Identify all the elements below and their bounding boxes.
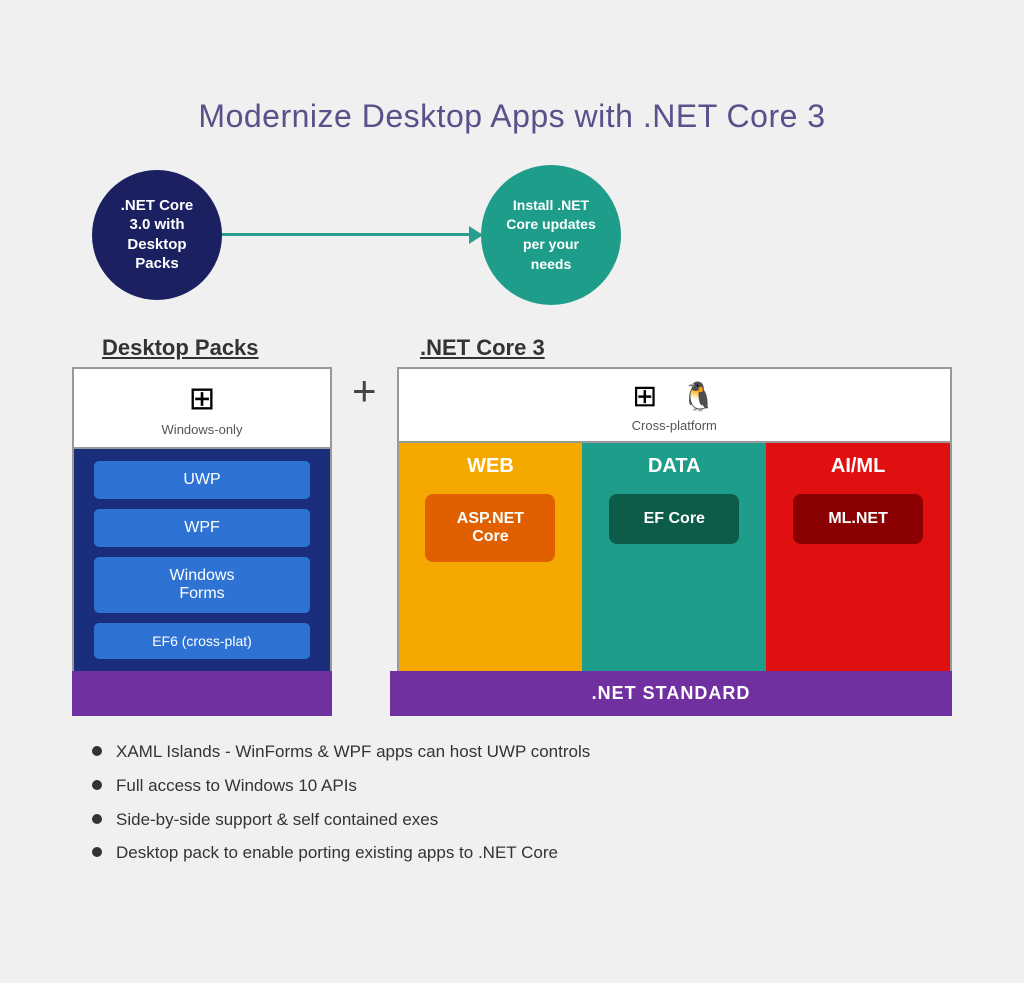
bullet-text-4: Desktop pack to enable porting existing …: [116, 841, 558, 865]
aiml-header: AI/ML: [831, 455, 885, 478]
winforms-item: WindowsForms: [94, 557, 310, 613]
left-circle: .NET Core3.0 withDesktopPacks: [92, 170, 222, 300]
diagram-inner: ⊞ Windows-only UWP WPF WindowsForms EF6 …: [72, 367, 952, 671]
bullet-dot-1: [92, 746, 102, 756]
net-standard-bar: .NET STANDARD: [390, 671, 952, 716]
desktop-packs-label: Desktop Packs: [102, 335, 259, 360]
windows-only-section: ⊞ Windows-only: [74, 369, 330, 449]
cross-platform-section: ⊞ 🐧 Cross-platform: [399, 369, 950, 443]
bullets-section: XAML Islands - WinForms & WPF apps can h…: [72, 740, 952, 865]
netcore-columns: WEB ASP.NETCore DATA EF Core AI/ML ML.NE…: [399, 443, 950, 671]
windows-os-icon: ⊞: [632, 379, 657, 414]
plus-sign: +: [332, 367, 397, 671]
web-header: WEB: [467, 455, 514, 478]
bullet-dot-4: [92, 847, 102, 857]
desktop-packs-box: ⊞ Windows-only UWP WPF WindowsForms EF6 …: [72, 367, 332, 671]
net-standard-row: .NET STANDARD: [72, 671, 952, 716]
cross-platform-text: Cross-platform: [632, 418, 717, 433]
net-core-box: ⊞ 🐧 Cross-platform WEB ASP.NETCore DATA: [397, 367, 952, 671]
bullet-text-2: Full access to Windows 10 APIs: [116, 774, 357, 798]
bullet-text-3: Side-by-side support & self contained ex…: [116, 808, 438, 832]
arrow-section: .NET Core3.0 withDesktopPacks Install .N…: [72, 165, 952, 305]
data-column: DATA EF Core: [582, 443, 766, 671]
bullet-item-3: Side-by-side support & self contained ex…: [92, 808, 952, 832]
right-circle: Install .NETCore updatesper yourneeds: [481, 165, 621, 305]
windows-logo-icon: ⊞: [84, 379, 320, 417]
aspnet-badge: ASP.NETCore: [425, 494, 555, 562]
windows-only-text: Windows-only: [162, 422, 243, 437]
efcore-badge: EF Core: [609, 494, 739, 544]
bullet-item-4: Desktop pack to enable porting existing …: [92, 841, 952, 865]
mlnet-badge: ML.NET: [793, 494, 923, 544]
aiml-column: AI/ML ML.NET: [766, 443, 950, 671]
uwp-item: UWP: [94, 461, 310, 499]
bullet-item-1: XAML Islands - WinForms & WPF apps can h…: [92, 740, 952, 764]
os-icons: ⊞ 🐧: [632, 379, 716, 414]
bullet-text-1: XAML Islands - WinForms & WPF apps can h…: [116, 740, 590, 764]
arrow-line: [222, 233, 482, 236]
net-core-label: .NET Core 3: [420, 335, 545, 360]
bullet-dot-2: [92, 780, 102, 790]
data-header: DATA: [648, 455, 701, 478]
linux-os-icon: 🐧: [681, 380, 716, 413]
bullet-dot-3: [92, 814, 102, 824]
slide-title: Modernize Desktop Apps with .NET Core 3: [72, 98, 952, 135]
slide: Modernize Desktop Apps with .NET Core 3 …: [32, 68, 992, 915]
web-column: WEB ASP.NETCore: [399, 443, 583, 671]
desktop-items: UWP WPF WindowsForms EF6 (cross-plat): [74, 449, 330, 671]
label-row: Desktop Packs .NET Core 3: [72, 335, 952, 361]
wpf-item: WPF: [94, 509, 310, 547]
ef6-item: EF6 (cross-plat): [94, 623, 310, 659]
diagram: ⊞ Windows-only UWP WPF WindowsForms EF6 …: [72, 367, 952, 716]
bullet-item-2: Full access to Windows 10 APIs: [92, 774, 952, 798]
